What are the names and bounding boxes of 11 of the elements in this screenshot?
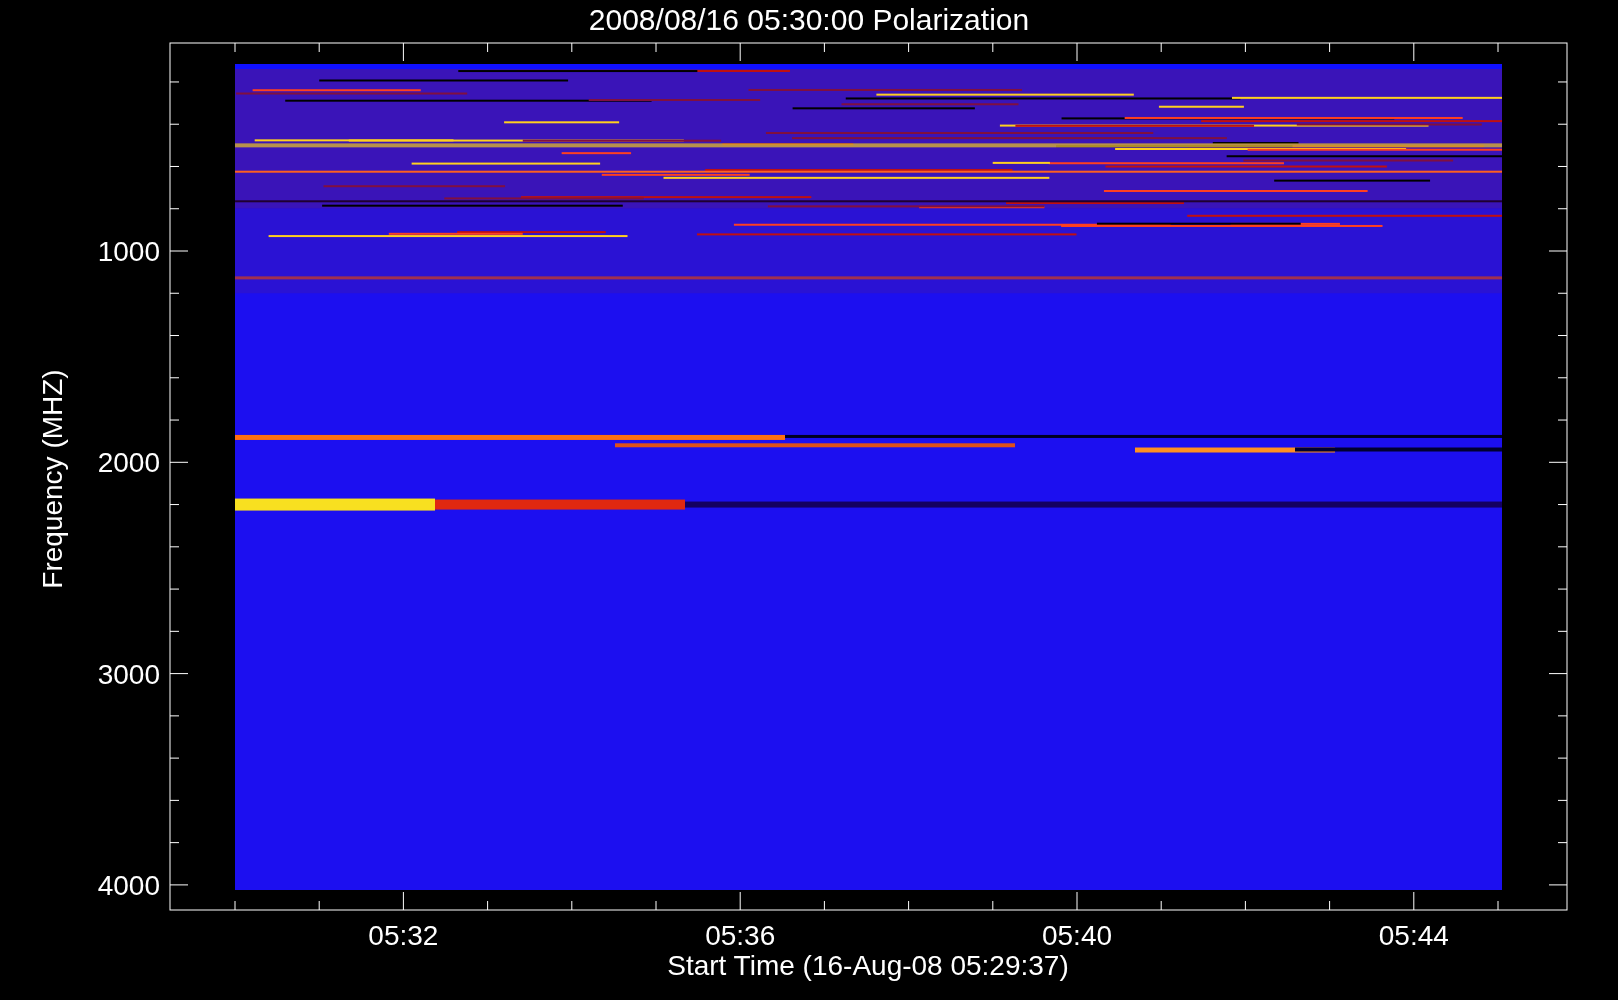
- y-tick-label: 2000: [97, 447, 160, 479]
- y-tick-label: 3000: [97, 658, 160, 690]
- y-axis-label: Frequency (MHZ): [37, 369, 68, 589]
- x-tick-label: 05:44: [1378, 920, 1449, 951]
- x-axis-label: Start Time (16-Aug-08 05:29:37): [667, 950, 1069, 981]
- y-tick-label: 1000: [97, 236, 160, 267]
- plot-title: 2008/08/16 05:30:00 Polarization: [588, 3, 1030, 36]
- x-tick-label: 05:32: [368, 920, 439, 951]
- y-tick-label: 4000: [97, 869, 160, 901]
- x-tick-label: 05:40: [1041, 920, 1113, 951]
- x-tick-label: 05:36: [705, 920, 776, 951]
